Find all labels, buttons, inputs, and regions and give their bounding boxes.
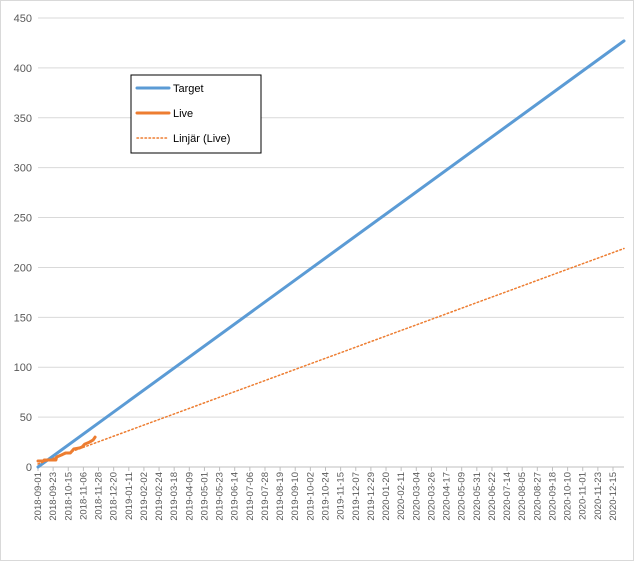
y-tick-label: 250 <box>14 213 32 225</box>
line-chart: 050100150200250300350400450 2018-09-01 20… <box>14 13 626 521</box>
y-tick-label: 350 <box>14 113 32 125</box>
x-tick-label: 2020-07-14 <box>502 472 513 521</box>
x-tick-labels: 2018-09-01 2018-09-23 2018-10-15 2018-11-06… <box>33 472 619 521</box>
x-tick-label: 2020-02-11 <box>396 472 407 520</box>
x-tick-label: 2019-01-11 <box>124 472 135 520</box>
x-tick-label: 2019-09-10 <box>290 472 301 521</box>
series-line-1 <box>36 435 97 463</box>
x-tick-label: 2019-03-18 <box>169 472 180 521</box>
x-tick-label: 2019-02-24 <box>154 472 165 521</box>
series-line-2 <box>37 247 625 465</box>
x-tick-label: 2018-10-15 <box>63 472 74 521</box>
x-tick-label: 2020-04-17 <box>442 472 453 521</box>
legend: Target Live Linjär (Live) <box>130 74 262 154</box>
x-tick-label: 2018-12-20 <box>109 472 120 521</box>
x-tick-label: 2020-03-26 <box>426 472 437 521</box>
x-tick-label: 2020-06-22 <box>487 472 498 521</box>
x-tick-label: 2019-04-09 <box>184 472 195 521</box>
x-tick-label: 2019-05-23 <box>215 472 226 521</box>
x-tick-label: 2018-09-01 <box>33 472 44 521</box>
x-tick-label: 2020-01-20 <box>381 472 392 521</box>
x-tick-label: 2019-12-29 <box>366 472 377 521</box>
x-tick-label: 2020-03-04 <box>411 472 422 521</box>
x-tick-label: 2019-07-28 <box>260 472 271 521</box>
y-tick-label: 0 <box>26 462 32 474</box>
y-tick-label: 50 <box>20 412 32 424</box>
y-tick-label: 400 <box>14 63 32 75</box>
x-tick-label: 2019-10-02 <box>305 472 316 521</box>
legend-label: Linjär (Live) <box>173 133 230 145</box>
y-tick-label: 100 <box>14 362 32 374</box>
axes <box>37 466 624 471</box>
x-tick-label: 2020-11-01 <box>578 472 589 520</box>
x-tick-label: 2020-12-15 <box>608 472 619 521</box>
x-tick-label: 2020-08-27 <box>532 472 543 521</box>
x-tick-label: 2019-11-15 <box>336 472 347 520</box>
x-tick-label: 2019-07-06 <box>245 472 256 521</box>
x-tick-label: 2020-08-05 <box>517 472 528 521</box>
y-tick-labels: 0 50 100 150 200 250 300 350 400 450 <box>14 13 32 474</box>
x-tick-label: 2020-05-31 <box>472 472 483 521</box>
x-tick-label: 2020-11-23 <box>593 472 604 520</box>
x-tick-label: 2018-11-06 <box>78 472 89 520</box>
x-tick-label: 2019-06-14 <box>230 472 241 521</box>
x-tick-label: 2019-05-01 <box>199 472 210 521</box>
x-tick-label: 2020-10-10 <box>563 472 574 521</box>
x-tick-label: 2019-12-07 <box>351 472 362 521</box>
legend-label: Live <box>173 108 193 120</box>
x-tick-label: 2019-02-02 <box>139 472 150 521</box>
series-line-0 <box>36 39 626 469</box>
y-tick-label: 450 <box>14 13 32 25</box>
x-tick-label: 2018-09-23 <box>48 472 59 521</box>
legend-label: Target <box>173 83 204 95</box>
y-tick-label: 200 <box>14 262 32 274</box>
x-tick-label: 2020-05-09 <box>457 472 468 521</box>
x-tick-label: 2018-11-28 <box>94 472 105 520</box>
series-lines <box>36 39 626 469</box>
y-tick-label: 300 <box>14 163 32 175</box>
x-tick-label: 2019-10-24 <box>320 472 331 521</box>
x-tick-label: 2020-09-18 <box>547 472 558 521</box>
x-tick-label: 2019-08-19 <box>275 472 286 521</box>
gridlines <box>38 17 624 418</box>
y-tick-label: 150 <box>14 312 32 324</box>
